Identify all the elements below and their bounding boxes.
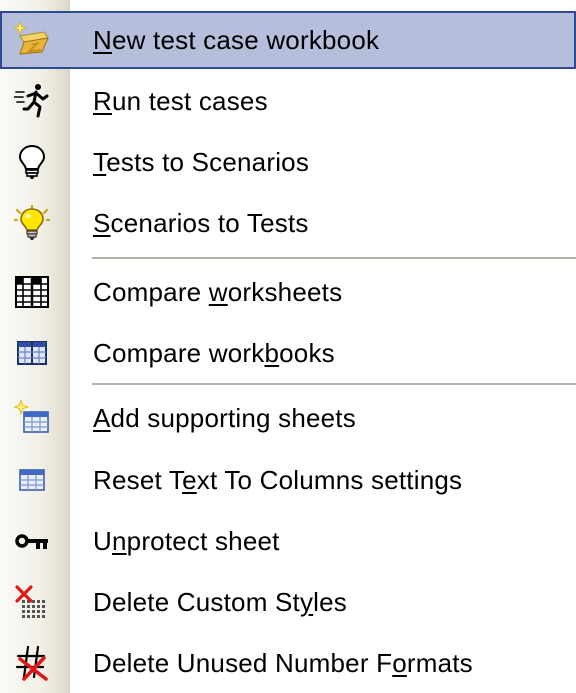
menu-item-compare-workbooks[interactable]: Compare workbooks xyxy=(0,324,576,382)
add-sheets-icon xyxy=(14,400,50,436)
access-key: y xyxy=(299,587,314,617)
menu-item-tests-to-scenarios[interactable]: Tests to Scenarios xyxy=(0,133,576,191)
access-key: R xyxy=(93,86,112,116)
access-key: T xyxy=(93,147,107,177)
access-key: N xyxy=(93,25,112,55)
delete-styles-icon xyxy=(14,584,50,620)
lightbulb-off-icon xyxy=(14,144,50,180)
menu-item-delete-custom-styles[interactable]: Delete Custom Styles xyxy=(0,573,576,631)
menu-item-scenarios-to-tests[interactable]: Scenarios to Tests xyxy=(0,194,576,252)
access-key: A xyxy=(93,403,111,433)
menu-item-run-test-cases[interactable]: Run test cases xyxy=(0,72,576,130)
menu-item-delete-unused-number-formats[interactable]: Delete Unused Number Formats xyxy=(0,634,576,692)
access-key: e xyxy=(182,465,197,495)
access-key: n xyxy=(111,526,127,556)
menu-item-new-test-case-workbook[interactable]: New test case workbook xyxy=(0,11,576,69)
compare-worksheets-icon xyxy=(14,274,50,310)
delete-formats-icon xyxy=(14,645,50,681)
new-workbook-icon xyxy=(14,22,50,58)
lightbulb-on-icon xyxy=(14,205,50,241)
compare-workbooks-icon xyxy=(14,335,50,371)
menu-item-add-supporting-sheets[interactable]: Add supporting sheets xyxy=(0,389,576,447)
access-key: S xyxy=(93,208,111,238)
key-icon xyxy=(14,523,50,559)
context-menu: New test case workbook Run test cases Te… xyxy=(0,0,576,693)
menu-item-reset-text-to-columns[interactable]: Reset Text To Columns settings xyxy=(0,451,576,509)
menu-item-compare-worksheets[interactable]: Compare worksheets xyxy=(0,263,576,321)
menu-item-unprotect-sheet[interactable]: Unprotect sheet xyxy=(0,512,576,570)
menu-separator xyxy=(92,257,576,259)
access-key: b xyxy=(264,338,280,368)
access-key: w xyxy=(208,277,228,307)
table-icon xyxy=(14,462,50,498)
access-key: o xyxy=(392,648,407,678)
menu-separator xyxy=(92,383,576,385)
running-man-icon xyxy=(14,83,50,119)
